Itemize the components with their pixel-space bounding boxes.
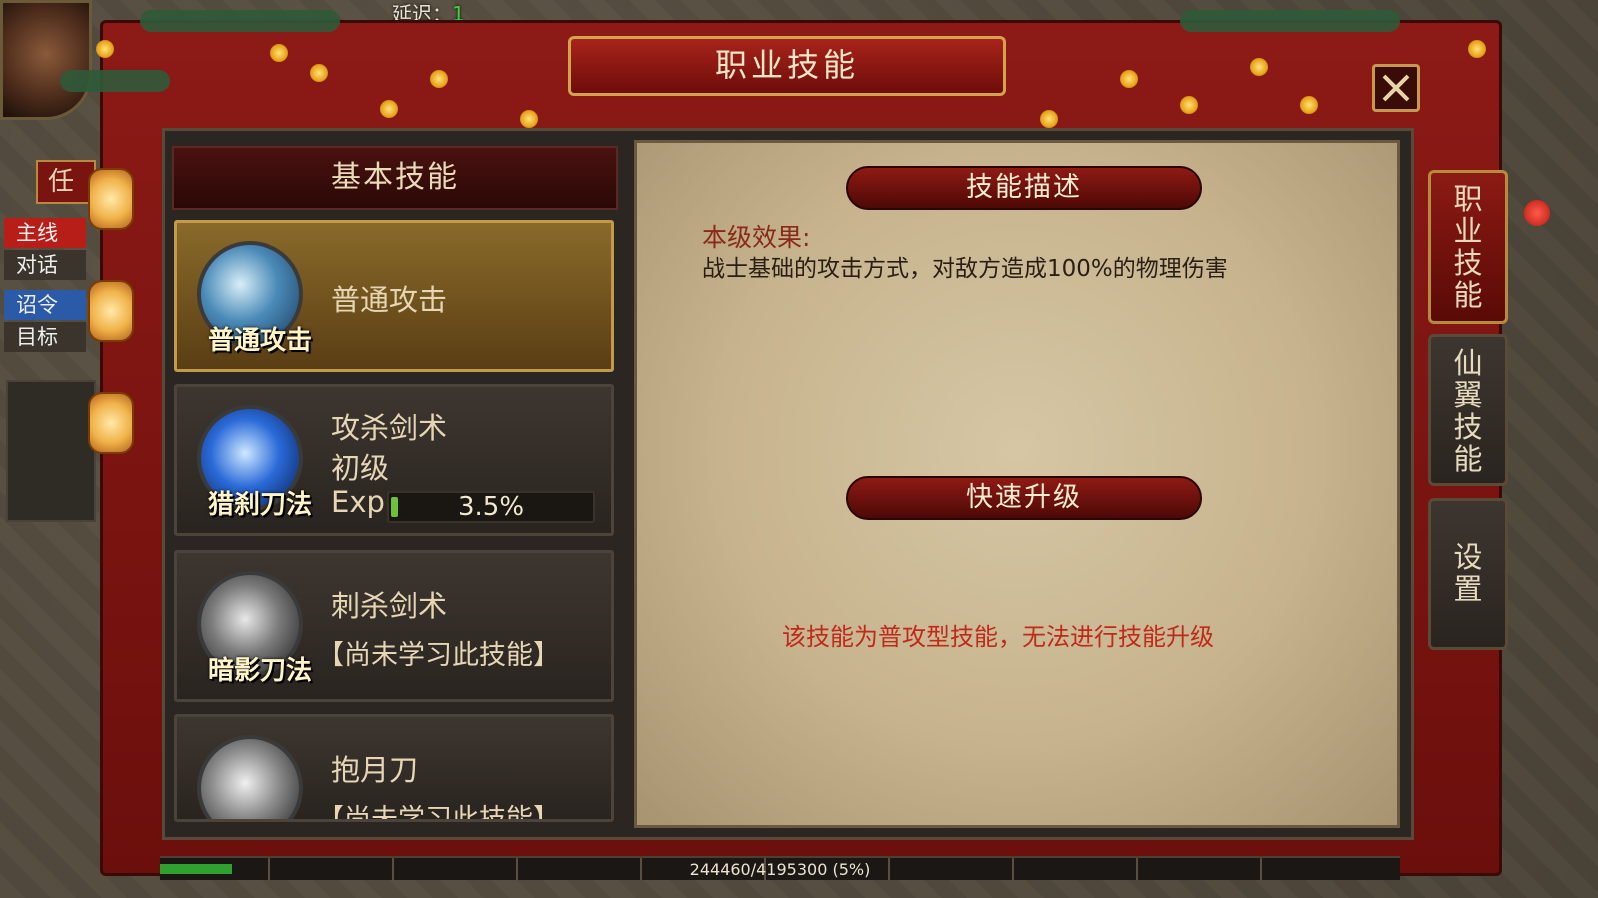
skill-icon-caption: 猎刹刀法 [207,490,312,520]
task-panel-body [6,380,96,522]
player-exp-bar: 244460/4195300 (5%) [160,856,1400,880]
player-exp-text: 244460/4195300 (5%) [689,860,871,879]
task-item-main[interactable]: 主线 [4,218,86,248]
flower-decoration [310,64,328,82]
flower-decoration [1120,70,1138,88]
player-avatar[interactable] [0,0,92,120]
tab-settings[interactable]: 设置 [1428,498,1508,650]
flower-decoration [1468,40,1486,58]
close-button[interactable] [1372,64,1420,112]
skill-row-normal-attack[interactable]: 普通攻击 普通攻击 [174,220,614,372]
task-item-decree[interactable]: 诏令 [4,290,86,320]
flower-decoration [520,110,538,128]
tab-char: 置 [1453,572,1483,606]
skill-name: 普通攻击 [331,283,448,317]
close-icon [1382,74,1410,102]
skill-name: 刺杀剑术 [331,589,448,623]
tab-class-skills[interactable]: 职业技能 [1428,170,1508,324]
window-title: 职业技能 [568,36,1006,96]
upgrade-notice: 该技能为普攻型技能，无法进行技能升级 [782,623,1214,651]
tab-char: 能 [1453,278,1483,312]
skill-exp-value: 3.5% [457,492,525,522]
skill-level: 初级 [331,451,390,485]
shadow-blade-icon: 暗影刀法 [197,571,312,686]
tab-wing-skills[interactable]: 仙翼技能 [1428,334,1508,486]
skill-row-thrust-sword[interactable]: 暗影刀法 刺杀剑术 【尚未学习此技能】 [174,550,614,702]
lantern-decoration [88,168,134,230]
tab-char: 仙 [1453,346,1483,380]
pine-garland-decoration [140,10,340,32]
tab-label: 设置 [1431,541,1505,605]
quick-upgrade-banner: 快速升级 [846,476,1202,520]
skill-list-header: 基本技能 [172,146,618,210]
flower-decoration [1250,58,1268,76]
tab-char: 能 [1453,442,1483,476]
tab-label: 仙翼技能 [1431,347,1505,475]
lantern-decoration [88,392,134,454]
sword-slash-icon: 普通攻击 [197,241,312,356]
flower-decoration [1300,96,1318,114]
crescent-moon-icon [197,735,303,819]
flower-decoration [96,40,114,58]
exp-label: Exp [331,485,385,519]
blue-blade-icon: 猎刹刀法 [197,405,312,520]
skill-row-crescent-blade[interactable]: 抱月刀 【尚未学习此技能】 [174,714,614,822]
tab-label: 职业技能 [1431,183,1505,311]
flower-decoration [1180,96,1198,114]
pine-garland-decoration [60,70,170,92]
tab-char: 职 [1453,182,1483,216]
skill-status: 【尚未学习此技能】 [317,804,560,822]
skill-status: 【尚未学习此技能】 [317,640,560,671]
skill-exp-bar: 3.5% [387,491,595,523]
tab-char: 技 [1453,246,1483,280]
notification-dot [1524,200,1550,226]
skill-name: 抱月刀 [331,753,419,787]
task-tab-partial[interactable]: 任 [36,160,96,204]
tab-char: 翼 [1453,378,1483,412]
task-item-dialog[interactable]: 对话 [4,250,86,280]
flower-decoration [380,100,398,118]
description-banner: 技能描述 [846,166,1202,210]
skill-icon-caption: 暗影刀法 [207,656,312,686]
tab-char: 业 [1453,214,1483,248]
effect-text: 战士基础的攻击方式，对敌方造成100%的物理伤害 [702,256,1228,282]
tab-char: 设 [1453,540,1483,574]
flower-decoration [270,44,288,62]
skill-row-attack-sword[interactable]: 猎刹刀法 攻杀剑术 初级 Exp 3.5% [174,384,614,536]
skill-icon-caption: 普通攻击 [207,326,312,356]
skill-name: 攻杀剑术 [331,411,448,445]
flower-decoration [1040,110,1058,128]
flower-decoration [430,70,448,88]
tab-char: 技 [1453,410,1483,444]
task-item-target[interactable]: 目标 [4,322,86,352]
pine-garland-decoration [1180,10,1400,32]
lantern-decoration [88,280,134,342]
